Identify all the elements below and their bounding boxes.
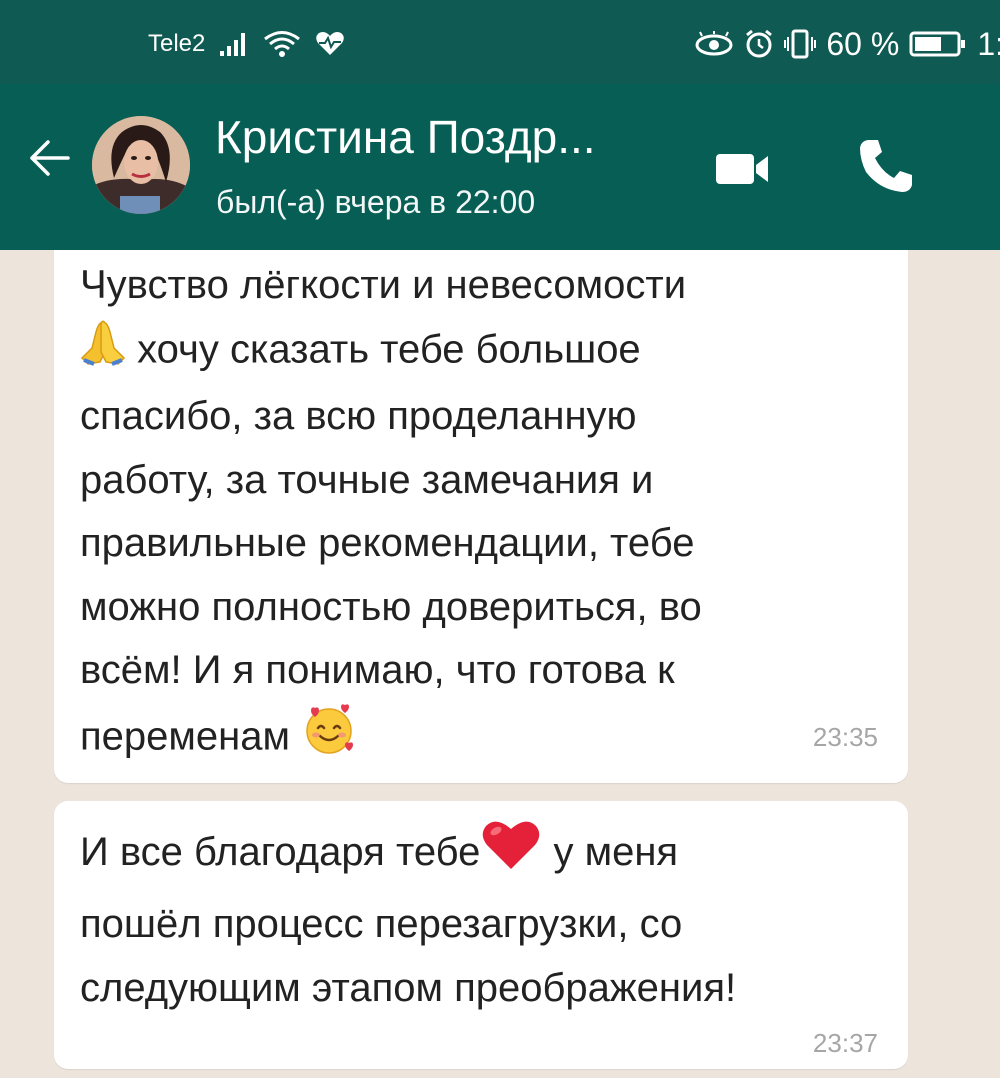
wifi-icon: [263, 30, 301, 58]
message-text: Чувство лёгкости и невесомости хочу сказ…: [80, 254, 884, 774]
message-timestamp: 23:37: [812, 1028, 878, 1058]
last-seen-status: был(-а) вчера в 22:00: [216, 184, 536, 220]
phone-call-icon[interactable]: [856, 136, 916, 196]
chat-header: Кристина Поздр... был(-а) вчера в 22:00: [0, 84, 1000, 250]
message-line-text: переменам: [80, 713, 290, 758]
message-bubble[interactable]: И все благодаря тебе у меня пошёл процес…: [54, 801, 908, 1069]
message-timestamp: 23:35: [812, 722, 878, 752]
red-heart-emoji: [480, 817, 542, 892]
folded-hands-emoji: [80, 318, 126, 386]
message-line: пошёл процесс перезагрузки, со: [80, 902, 683, 946]
contact-name[interactable]: Кристина Поздр...: [215, 110, 596, 164]
eye-icon: [694, 31, 734, 57]
battery-percent: 60 %: [826, 25, 900, 62]
vibrate-icon: [784, 29, 817, 59]
signal-icon: [219, 31, 249, 57]
avatar[interactable]: [92, 116, 190, 214]
status-bar-left: Tele2: [148, 24, 345, 64]
message-line-text: И все благодаря тебе: [80, 830, 481, 875]
message-line: работу, за точные замечания и: [80, 457, 654, 502]
message-line-text: у меня: [553, 830, 679, 875]
message-line: хочу сказать тебе большое: [80, 318, 884, 386]
status-clock: 1:: [977, 25, 1000, 62]
message-line-text: хочу сказать тебе большое: [137, 326, 641, 371]
alarm-icon: [744, 29, 774, 59]
message-line: спасибо, за всю проделанную: [80, 394, 637, 438]
chat-area[interactable]: Чувство лёгкости и невесомости хочу сказ…: [0, 250, 1000, 1078]
message-line: И все благодаря тебе у меня: [80, 817, 884, 892]
health-icon: [315, 31, 345, 57]
message-line: переменам: [80, 703, 884, 775]
battery-icon: [909, 30, 967, 58]
message-line: Чувство лёгкости и невесомости: [80, 263, 687, 307]
smiling-face-with-hearts-emoji: [301, 703, 357, 775]
status-bar-right: 60 % 1:: [694, 24, 1000, 64]
video-call-icon[interactable]: [712, 148, 776, 188]
status-bar: Tele2 60 % 1: [0, 0, 1000, 84]
back-arrow-icon[interactable]: [24, 132, 76, 184]
message-text: И все благодаря тебе у меня пошёл процес…: [80, 817, 884, 1020]
message-line: правильные рекомендации, тебе: [80, 521, 695, 565]
message-line: всём! И я понимаю, что готова к: [80, 648, 675, 692]
message-line: следующим этапом преображения!: [80, 966, 737, 1010]
carrier-label: Tele2: [148, 30, 206, 57]
message-line: можно полностью довериться, во: [80, 584, 702, 629]
message-bubble[interactable]: Чувство лёгкости и невесомости хочу сказ…: [54, 250, 908, 783]
